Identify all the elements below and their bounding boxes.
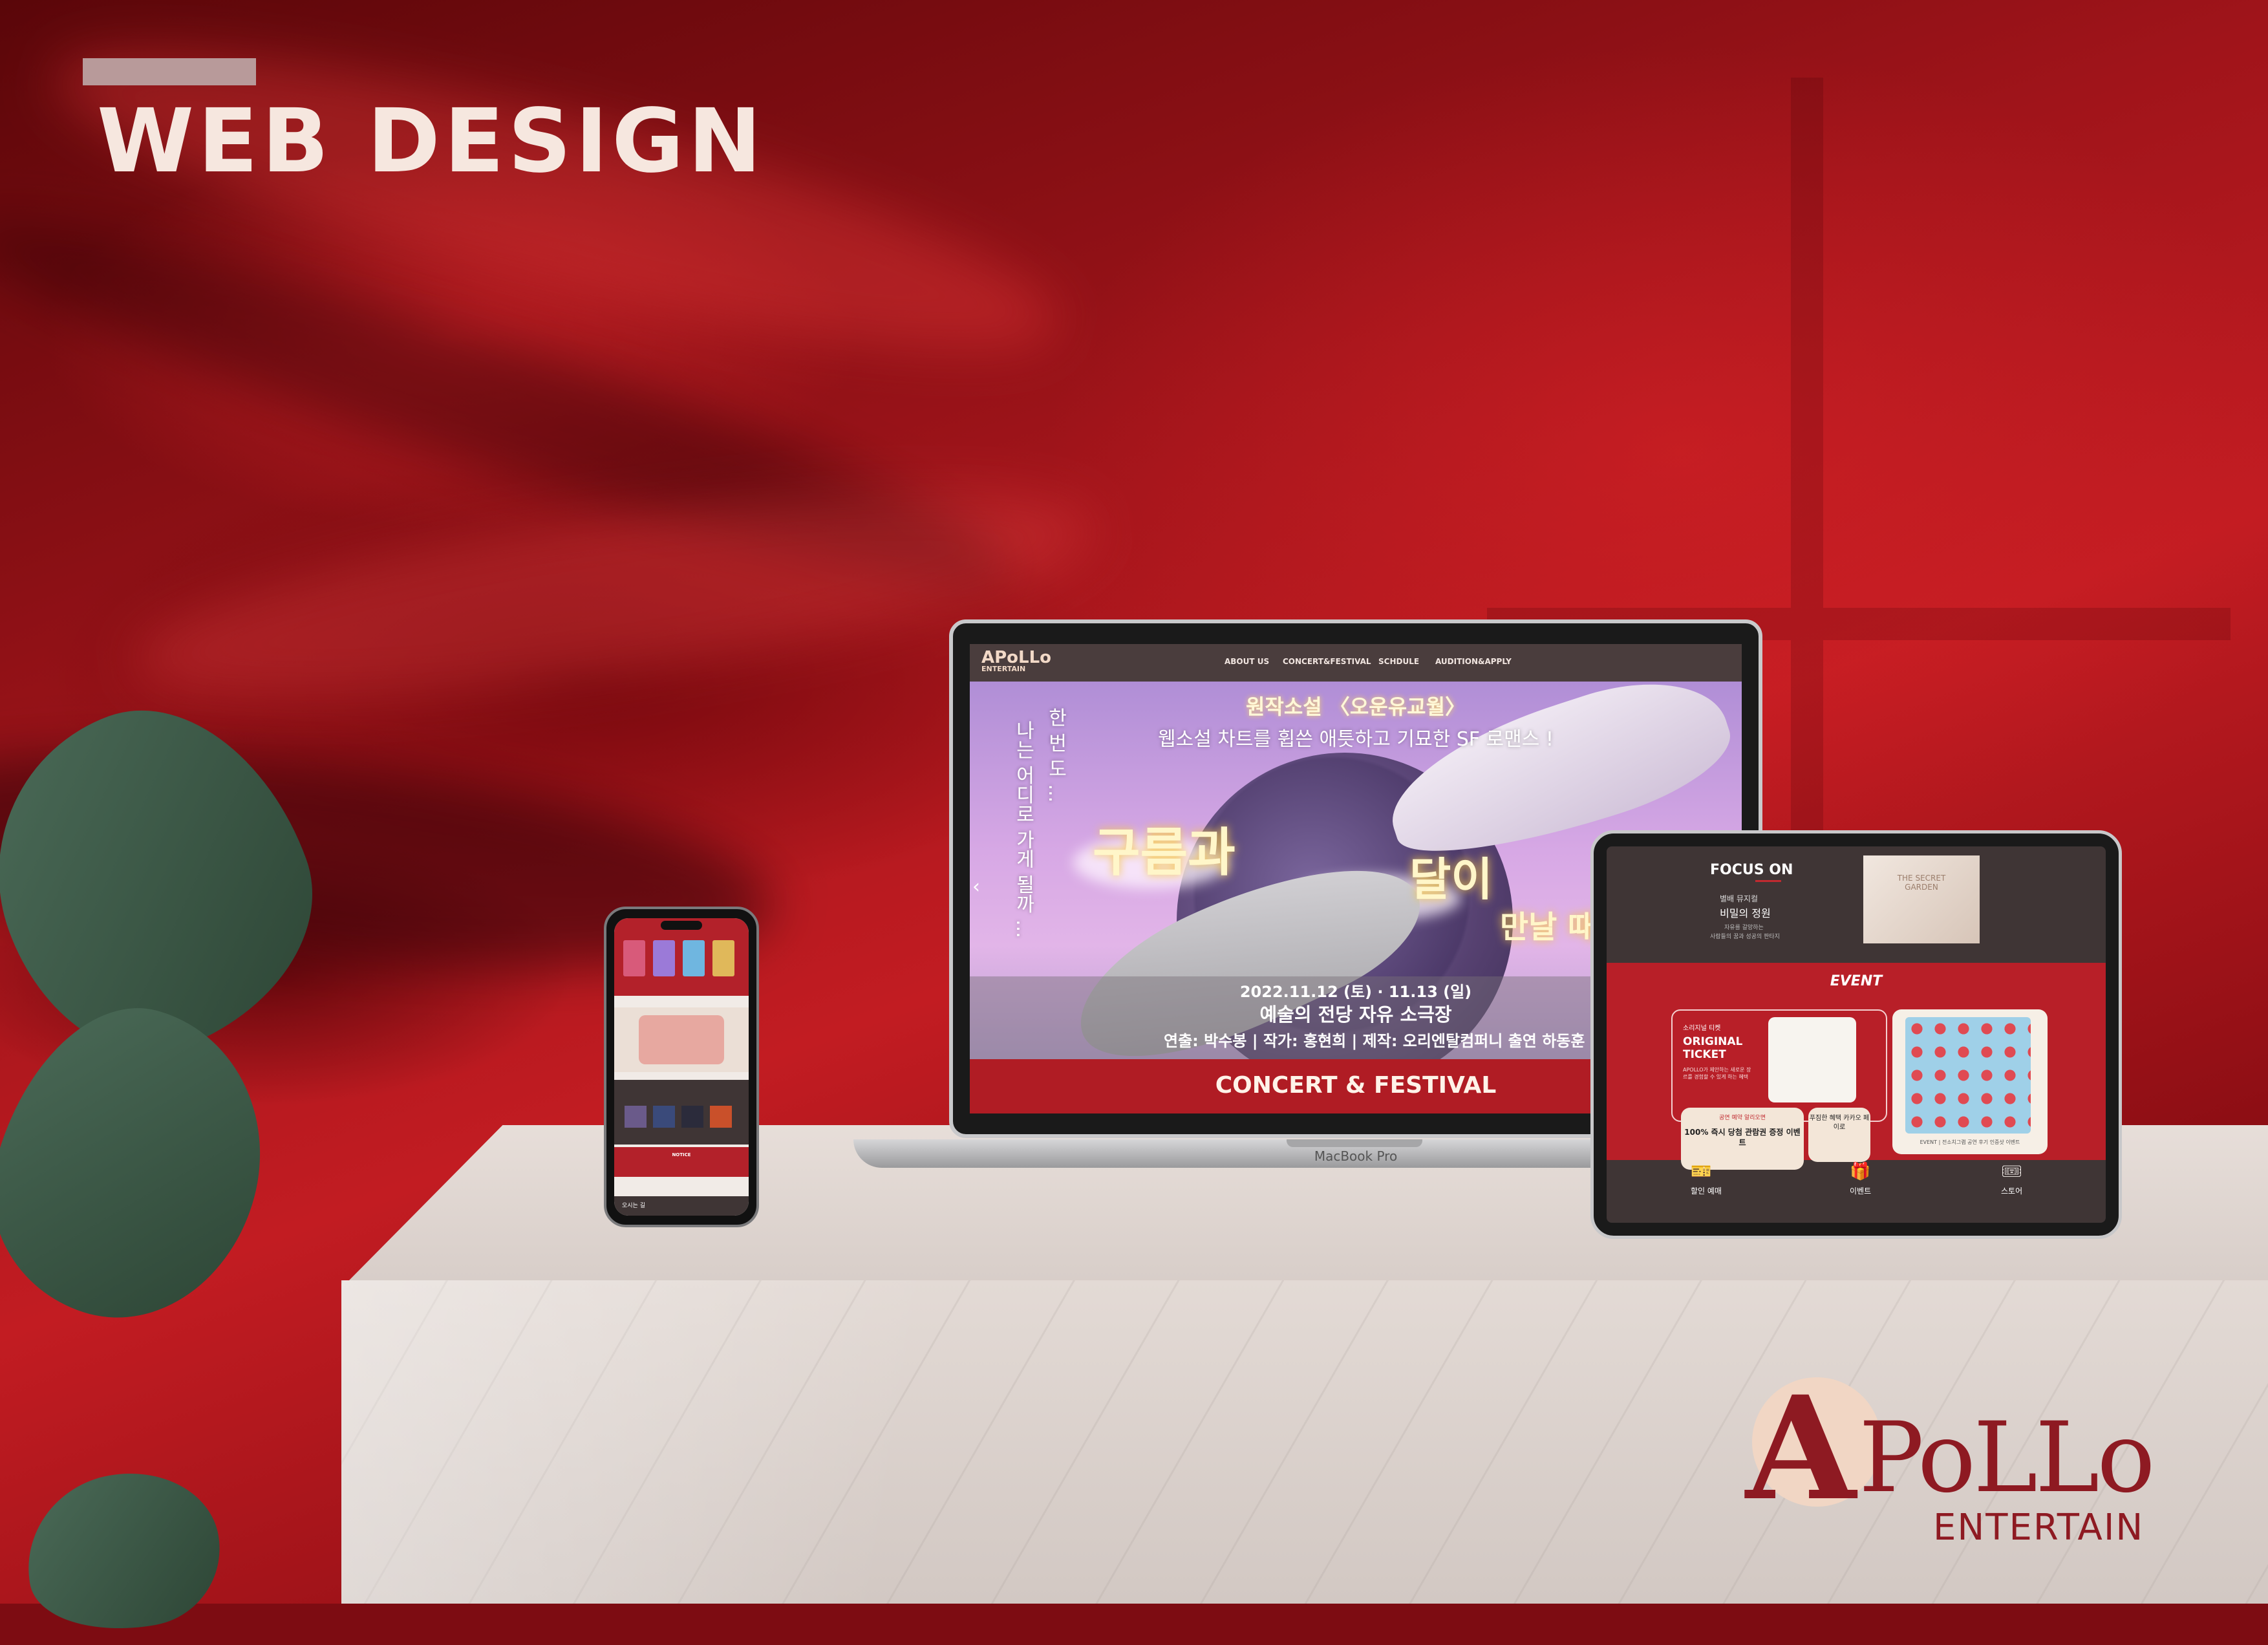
phone-notice-section: [614, 1147, 749, 1177]
phone-device: NOTICE 오시는 길: [604, 907, 759, 1227]
focus-description: 사람들의 꿈과 성공의 판타지: [1710, 934, 1780, 940]
hero-title: 구름과: [1093, 822, 1236, 883]
phone-promo-card[interactable]: [639, 1015, 724, 1064]
gallery-thumbnail[interactable]: [653, 1106, 675, 1128]
focus-title: FOCUS ON: [1710, 862, 1793, 878]
focus-subtitle: 별배 뮤지컬: [1720, 894, 1759, 903]
gallery-thumbnail[interactable]: [625, 1106, 647, 1128]
hero-title: 만날 때: [1500, 909, 1597, 945]
event-title: EVENT: [1830, 973, 1883, 989]
poster-thumbnail[interactable]: [683, 940, 705, 976]
focus-video-card[interactable]: THE SECRET GARDEN: [1863, 855, 1980, 943]
focus-underline: [1755, 880, 1781, 882]
store-icon[interactable]: 🎟: [2001, 1162, 2022, 1181]
event-promo-card[interactable]: 공연 예약 알리오면 100% 즉시 당첨 관람권 증정 이벤트: [1681, 1108, 1804, 1170]
gift-icon[interactable]: 🎁: [1850, 1162, 1870, 1181]
hero-title: 달이: [1409, 853, 1493, 906]
poster-thumbnail[interactable]: [623, 940, 645, 976]
event-review-caption: EVENT | 전소치그램 공연 후기 인증샷 이벤트: [1920, 1139, 2020, 1145]
phone-screen: NOTICE 오시는 길: [614, 918, 749, 1216]
focus-show-name: 비밀의 정원: [1720, 907, 1771, 919]
ticket-icon[interactable]: 🎫: [1691, 1162, 1711, 1181]
ticket-heading: ORIGINAL TICKET: [1683, 1035, 1743, 1061]
site-nav: APoLLo ENTERTAIN ABOUT US CONCERT&FESTIV…: [970, 644, 1742, 682]
gallery-thumbnail[interactable]: [681, 1106, 703, 1128]
promo-label: 공연 예약 알리오면: [1719, 1115, 1766, 1121]
event-review-image: [1905, 1017, 2031, 1134]
nav-item-concert[interactable]: CONCERT&FESTIVAL: [1283, 657, 1371, 666]
title-accent-bar: [83, 58, 256, 85]
brand-letter: A: [1746, 1364, 1856, 1532]
brand-wordmark: PoLLo: [1859, 1402, 2156, 1514]
hero-vertical-text: 한 번 도 ...: [1044, 707, 1067, 803]
footer-link-store[interactable]: 스토어: [2001, 1185, 2022, 1196]
footer-link-discount[interactable]: 할인 예매: [1691, 1185, 1722, 1196]
brand-subtitle: ENTERTAIN: [1933, 1507, 2145, 1549]
poster-thumbnail[interactable]: [653, 940, 675, 976]
focus-card-title: THE SECRET GARDEN: [1897, 874, 1946, 892]
phone-footer-label[interactable]: 오시는 길: [622, 1201, 645, 1209]
ticket-description: APOLLO가 제안하는 새로운 장르를 경험할 수 있게 하는 혜택: [1683, 1067, 1751, 1080]
hero-credits: 연출: 박수봉 | 작가: 홍현희 | 제작: 오리엔탈컴퍼니 출연 하동훈: [1164, 1032, 1585, 1050]
nav-item-about[interactable]: ABOUT US: [1225, 657, 1269, 666]
laptop-notch: [1287, 1139, 1422, 1147]
hero-tagline: 웹소설 차트를 휩쓴 애틋하고 기묘한 SF 로맨스 !: [1158, 728, 1554, 751]
poster-thumbnail[interactable]: [712, 940, 734, 976]
focus-description: 자유를 갈망하는: [1724, 925, 1764, 931]
footer-link-event[interactable]: 이벤트: [1850, 1185, 1871, 1196]
nav-item-audition[interactable]: AUDITION&APPLY: [1435, 657, 1512, 666]
kakao-text: 푸짐한 혜택 카카오 페이로: [1809, 1115, 1870, 1131]
promo-text: 100% 즉시 당첨 관람권 증정 이벤트: [1684, 1128, 1801, 1147]
site-logo[interactable]: APoLLo ENTERTAIN: [981, 648, 1053, 678]
tablet-device: FOCUS ON 별배 뮤지컬 비밀의 정원 자유를 갈망하는 사람들의 꿈과 …: [1590, 830, 2122, 1239]
hero-vertical-text: 나는 어디로 가게 될까 ...: [1012, 720, 1034, 938]
page-title: WEB DESIGN: [97, 91, 765, 193]
gallery-thumbnail[interactable]: [710, 1106, 732, 1128]
ticket-image: [1768, 1017, 1856, 1102]
phone-notch: [661, 921, 702, 930]
chevron-left-icon[interactable]: ‹: [972, 876, 980, 898]
nav-item-schedule[interactable]: SCHDULE: [1378, 657, 1419, 666]
tablet-screen: FOCUS ON 별배 뮤지컬 비밀의 정원 자유를 갈망하는 사람들의 꿈과 …: [1607, 846, 2106, 1223]
event-kakao-card[interactable]: 푸짐한 혜택 카카오 페이로: [1808, 1108, 1870, 1162]
brand-logo: A PoLLo ENTERTAIN: [1746, 1364, 2198, 1558]
ticket-label: 소리지널 티켓: [1683, 1025, 1721, 1032]
notice-title: NOTICE: [672, 1152, 691, 1157]
hero-subtitle: 원작소설 〈오운유교월〉: [1245, 694, 1466, 719]
